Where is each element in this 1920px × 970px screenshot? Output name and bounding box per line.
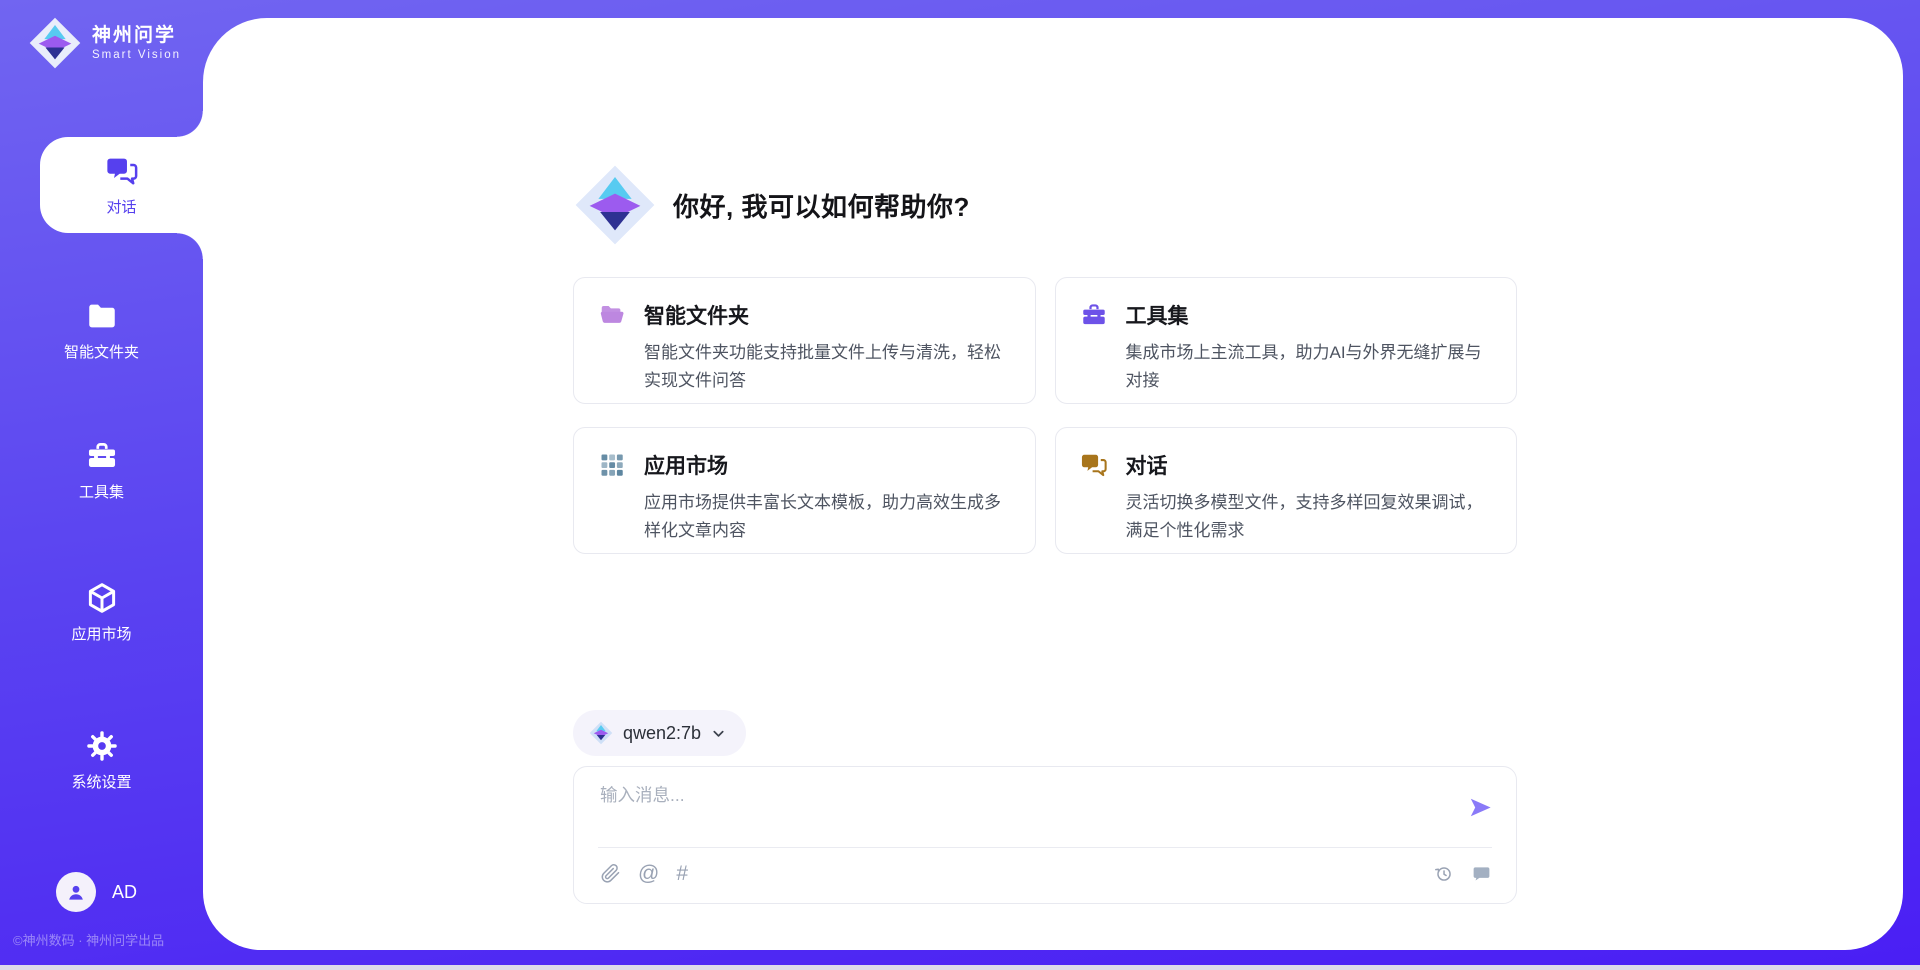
sidebar: 神州问学 Smart Vision 对话 智能文件夹 工具集 <box>0 0 203 970</box>
card-title: 智能文件夹 <box>644 300 749 330</box>
sidebar-item-label: 工具集 <box>79 481 124 502</box>
sidebar-item-label: 对话 <box>106 196 136 217</box>
gear-icon <box>85 729 119 763</box>
sidebar-item-settings[interactable]: 系统设置 <box>0 712 203 808</box>
sidebar-item-toolset[interactable]: 工具集 <box>0 422 203 518</box>
sidebar-item-label: 应用市场 <box>71 623 131 644</box>
grid-cube-icon <box>598 451 626 479</box>
mention-icon[interactable]: @ <box>638 863 659 884</box>
message-icon[interactable] <box>1471 863 1492 884</box>
model-name: qwen2:7b <box>623 723 701 744</box>
brand-name: 神州问学 <box>92 25 181 48</box>
chat-icon <box>105 154 139 188</box>
chat-bubbles-icon <box>1080 451 1108 479</box>
main-panel: 你好, 我可以如何帮助你? 智能文件夹 智能文件夹功能支持批量文件上传与清洗，轻… <box>203 18 1903 950</box>
diamond-logo-icon <box>28 16 82 70</box>
user-initials: AD <box>112 882 137 903</box>
toolbox-icon <box>1080 301 1108 329</box>
cube-icon <box>85 581 119 615</box>
app-root: { "brand": { "name": "神州问学", "subtitle":… <box>0 0 1920 970</box>
feature-cards: 智能文件夹 智能文件夹功能支持批量文件上传与清洗，轻松实现文件问答 工具集 集成… <box>573 277 1517 554</box>
card-title: 应用市场 <box>644 450 728 480</box>
card-toolset[interactable]: 工具集 集成市场上主流工具，助力AI与外界无缝扩展与对接 <box>1055 277 1518 404</box>
card-title: 工具集 <box>1126 300 1189 330</box>
card-title: 对话 <box>1126 450 1168 480</box>
send-icon[interactable] <box>1467 794 1494 821</box>
sidebar-item-app-market[interactable]: 应用市场 <box>0 564 203 660</box>
card-description: 集成市场上主流工具，助力AI与外界无缝扩展与对接 <box>1126 339 1493 395</box>
composer-right-tools <box>1433 863 1492 884</box>
topic-icon[interactable]: # <box>676 863 688 884</box>
greeting-title: 你好, 我可以如何帮助你? <box>673 187 970 224</box>
diamond-logo-icon <box>589 721 613 745</box>
card-chat[interactable]: 对话 灵活切换多模型文件，支持多样回复效果调试，满足个性化需求 <box>1055 427 1518 554</box>
toolbox-icon <box>85 439 119 473</box>
person-icon <box>64 880 88 904</box>
copyright-text: ©神州数码 · 神州问学出品 <box>13 930 164 949</box>
card-description: 灵活切换多模型文件，支持多样回复效果调试，满足个性化需求 <box>1126 489 1493 545</box>
bottom-scrollbar-strip[interactable] <box>0 965 1920 970</box>
chevron-down-icon <box>711 726 726 741</box>
sidebar-item-smart-folder[interactable]: 智能文件夹 <box>0 282 203 378</box>
folder-open-icon <box>598 301 626 329</box>
card-description: 智能文件夹功能支持批量文件上传与清洗，轻松实现文件问答 <box>644 339 1011 395</box>
diamond-logo-icon <box>573 163 657 247</box>
brand-subtitle: Smart Vision <box>92 49 181 61</box>
sidebar-item-label: 智能文件夹 <box>64 341 139 362</box>
message-composer: @ # <box>573 766 1517 904</box>
message-input[interactable] <box>600 785 1420 806</box>
avatar <box>56 872 96 912</box>
history-icon[interactable] <box>1433 863 1454 884</box>
greeting-block: 你好, 我可以如何帮助你? <box>573 163 1517 247</box>
brand-logo: 神州问学 Smart Vision <box>28 16 181 70</box>
folder-icon <box>85 299 119 333</box>
card-app-market[interactable]: 应用市场 应用市场提供丰富长文本模板，助力高效生成多样化文章内容 <box>573 427 1036 554</box>
model-selector[interactable]: qwen2:7b <box>573 710 746 756</box>
composer-divider <box>598 847 1492 848</box>
sidebar-item-label: 系统设置 <box>71 771 131 792</box>
card-description: 应用市场提供丰富长文本模板，助力高效生成多样化文章内容 <box>644 489 1011 545</box>
user-profile[interactable]: AD <box>56 872 137 912</box>
sidebar-item-chat[interactable]: 对话 <box>40 137 203 233</box>
composer-left-tools: @ # <box>600 863 688 884</box>
card-smart-folder[interactable]: 智能文件夹 智能文件夹功能支持批量文件上传与清洗，轻松实现文件问答 <box>573 277 1036 404</box>
attach-icon[interactable] <box>600 863 621 884</box>
